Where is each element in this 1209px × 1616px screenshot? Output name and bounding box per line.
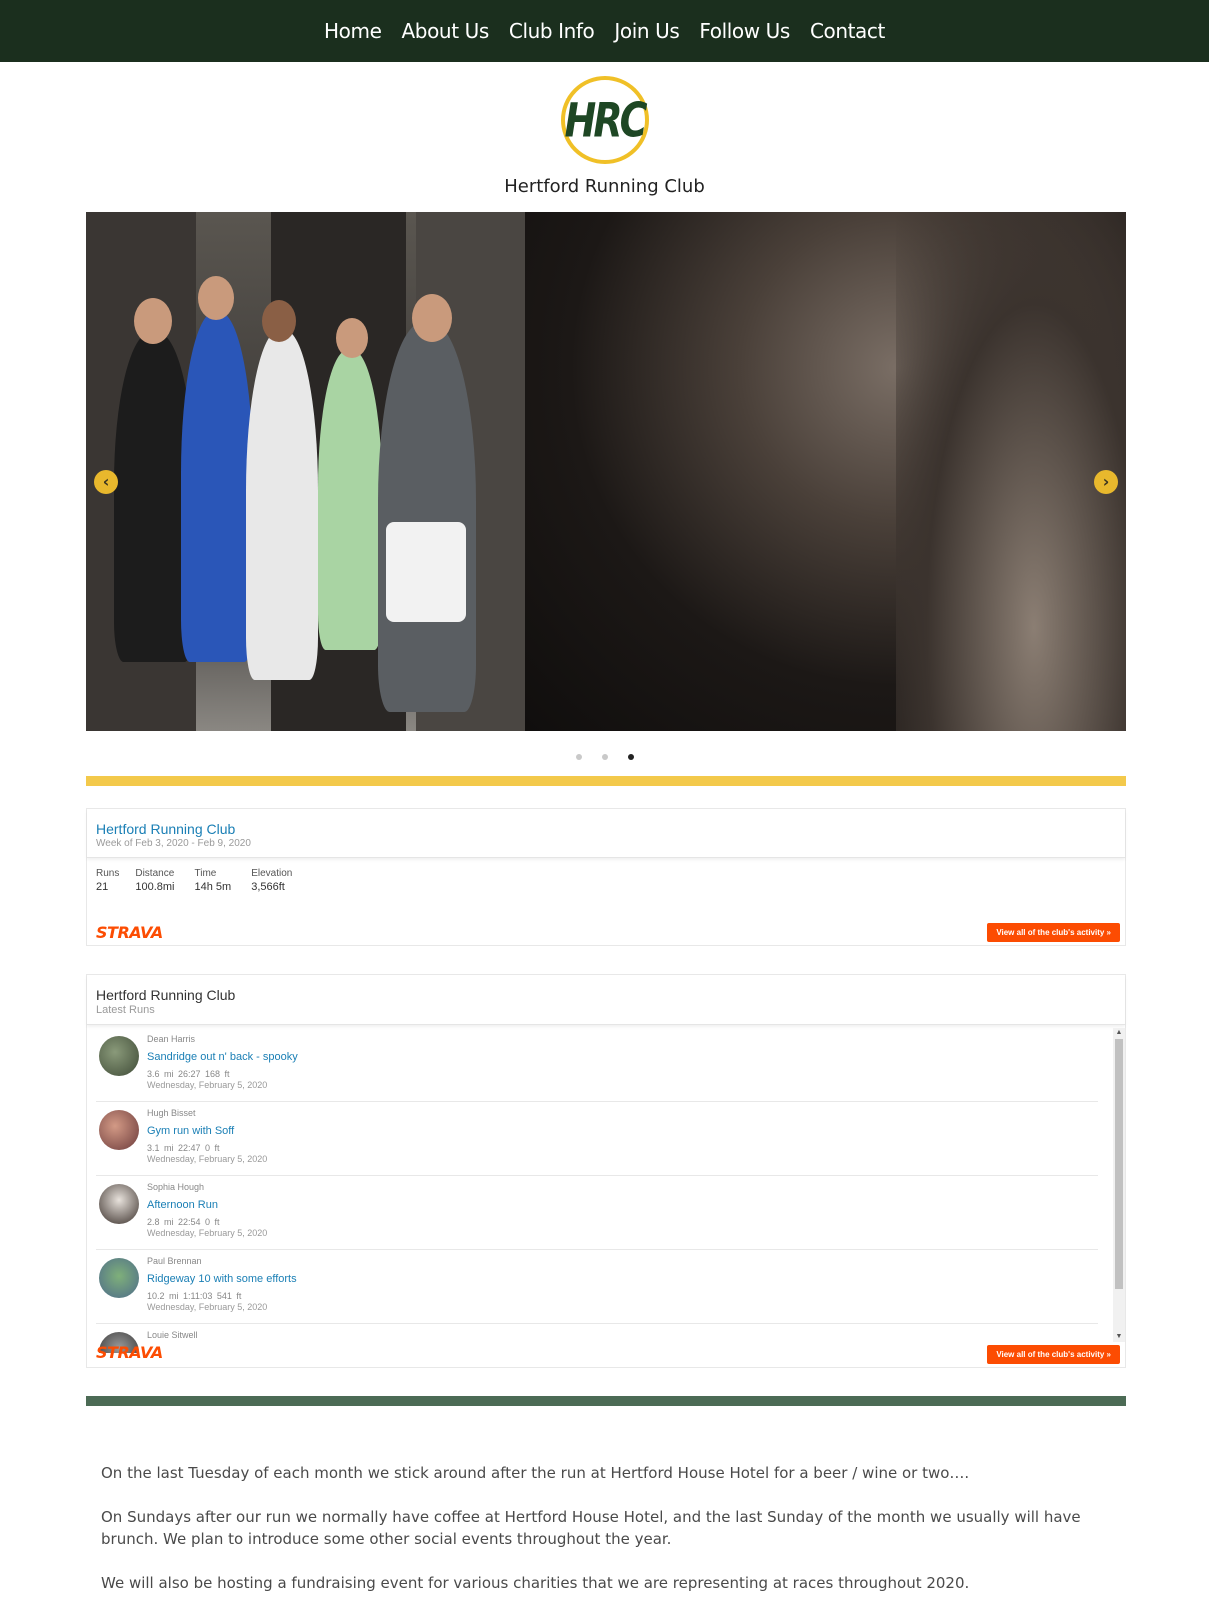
paragraph: On Sundays after our run we normally hav…: [101, 1508, 1081, 1548]
summary-stats: Runs 21 Distance 100.8mi Time 14h 5m Ele…: [87, 858, 1125, 893]
avatar[interactable]: [99, 1184, 139, 1224]
strava-summary-widget: Hertford Running Club Week of Feb 3, 202…: [86, 808, 1126, 946]
athlete-name[interactable]: Sophia Hough: [147, 1182, 267, 1192]
run-stats: 3.6 mi 26:27 168 ft: [147, 1069, 230, 1079]
nav-about-us[interactable]: About Us: [402, 19, 490, 43]
scroll-down-icon[interactable]: ▼: [1113, 1332, 1125, 1342]
strava-latest-runs-widget: Hertford Running Club Latest Runs Dean H…: [86, 974, 1126, 1368]
slider-prev-icon[interactable]: ‹: [94, 470, 118, 494]
paragraph: We will also be hosting a fundraising ev…: [101, 1574, 970, 1592]
view-all-activity-button[interactable]: View all of the club's activity »: [987, 923, 1120, 942]
nav-follow-us[interactable]: Follow Us: [699, 19, 790, 43]
latest-subtitle: Latest Runs: [96, 1004, 155, 1016]
stat-distance: Distance 100.8mi: [135, 868, 175, 893]
nav-club-info[interactable]: Club Info: [509, 19, 595, 43]
photo-slider: ‹ ›: [86, 212, 1126, 731]
run-date: Wednesday, February 5, 2020: [147, 1228, 268, 1238]
avatar[interactable]: [99, 1258, 139, 1298]
social-events-text: On the last Tuesday of each month we sti…: [101, 1462, 1111, 1616]
run-date: Wednesday, February 5, 2020: [147, 1080, 268, 1090]
green-divider: [86, 1396, 1126, 1406]
stat-runs: Runs 21: [96, 868, 120, 893]
blurred-slide: [525, 212, 1126, 731]
runs-scrollbar[interactable]: ▲ ▼: [1113, 1028, 1125, 1342]
latest-runs-list[interactable]: Dean Harris Sandridge out n' back - spoo…: [96, 1028, 1110, 1353]
slider-next-icon[interactable]: ›: [1094, 470, 1118, 494]
main-nav: Home About Us Club Info Join Us Follow U…: [0, 0, 1209, 62]
list-item[interactable]: Dean Harris Sandridge out n' back - spoo…: [96, 1028, 1098, 1102]
athlete-name[interactable]: Dean Harris: [147, 1034, 298, 1044]
slider-dots: [0, 754, 1209, 760]
athlete-name[interactable]: Hugh Bisset: [147, 1108, 267, 1118]
run-name-link[interactable]: Sandridge out n' back - spooky: [147, 1051, 298, 1063]
club-logo[interactable]: HRC: [560, 76, 649, 164]
nav-contact[interactable]: Contact: [810, 19, 885, 43]
yellow-divider: [86, 776, 1126, 786]
strava-logo[interactable]: STRAVA: [96, 1343, 163, 1362]
run-date: Wednesday, February 5, 2020: [147, 1302, 268, 1312]
group-photo: [86, 212, 525, 731]
run-stats: 10.2 mi 1:11:03 541 ft: [147, 1291, 242, 1301]
list-item[interactable]: Hugh Bisset Gym run with Soff 3.1 mi 22:…: [96, 1102, 1098, 1176]
slider-dot-3[interactable]: [627, 754, 634, 760]
summary-club-link[interactable]: Hertford Running Club: [96, 821, 1116, 837]
strava-logo[interactable]: STRAVA: [96, 923, 163, 942]
latest-club-title[interactable]: Hertford Running Club: [96, 987, 1116, 1003]
slider-dot-2[interactable]: [601, 754, 608, 760]
nav-join-us[interactable]: Join Us: [614, 19, 679, 43]
site-header: HRC Hertford Running Club: [0, 62, 1209, 197]
nav-home[interactable]: Home: [324, 19, 382, 43]
latest-header: Hertford Running Club Latest Runs: [87, 975, 1125, 1025]
run-name-link[interactable]: Afternoon Run: [147, 1199, 267, 1211]
site-title: Hertford Running Club: [504, 176, 705, 197]
list-item[interactable]: Louie Sitwell: [96, 1324, 1098, 1353]
paragraph: On the last Tuesday of each month we sti…: [101, 1464, 970, 1482]
run-stats: 3.1 mi 22:47 0 ft: [147, 1143, 220, 1153]
summary-header: Hertford Running Club Week of Feb 3, 202…: [87, 809, 1125, 858]
stat-elevation: Elevation 3,566ft: [251, 868, 293, 893]
avatar[interactable]: [99, 1110, 139, 1150]
run-date: Wednesday, February 5, 2020: [147, 1154, 268, 1164]
run-name-link[interactable]: Ridgeway 10 with some efforts: [147, 1273, 297, 1285]
slider-dot-1[interactable]: [575, 754, 582, 760]
run-stats: 2.8 mi 22:54 0 ft: [147, 1217, 220, 1227]
list-item[interactable]: Sophia Hough Afternoon Run 2.8 mi 22:54 …: [96, 1176, 1098, 1250]
avatar[interactable]: [99, 1036, 139, 1076]
list-item[interactable]: Paul Brennan Ridgeway 10 with some effor…: [96, 1250, 1098, 1324]
athlete-name[interactable]: Louie Sitwell: [147, 1330, 198, 1340]
run-name-link[interactable]: Gym run with Soff: [147, 1125, 267, 1137]
logo-text: HRC: [564, 92, 648, 148]
athlete-name[interactable]: Paul Brennan: [147, 1256, 297, 1266]
scroll-up-icon[interactable]: ▲: [1113, 1028, 1125, 1038]
summary-week: Week of Feb 3, 2020 - Feb 9, 2020: [96, 838, 251, 849]
view-all-activity-button[interactable]: View all of the club's activity »: [987, 1345, 1120, 1364]
stat-time: Time 14h 5m: [194, 868, 232, 893]
scrollbar-thumb[interactable]: [1115, 1039, 1123, 1289]
